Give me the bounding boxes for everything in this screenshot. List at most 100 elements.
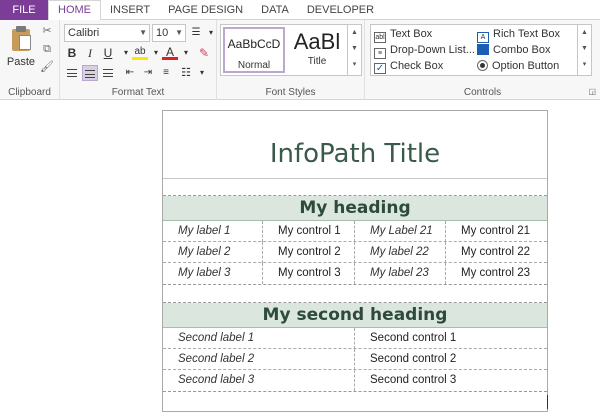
field-control[interactable]: My control 23 [446,263,547,284]
align-left-icon [67,69,77,77]
control-check-box[interactable]: ✓ Check Box [374,58,443,74]
section-heading: My second heading [163,303,547,328]
tab-developer[interactable]: DEVELOPER [298,0,383,20]
field-control[interactable]: My control 22 [446,242,547,263]
field-control[interactable]: My control 3 [263,263,355,284]
style-name: Title [307,56,327,67]
bold-button[interactable]: B [64,45,80,61]
underline-button[interactable]: U [100,45,116,61]
section-1: My heading My label 1 My control 1 My La… [163,195,547,285]
chevron-up-icon[interactable]: ▲ [348,25,361,41]
tab-data[interactable]: DATA [252,0,298,20]
option-button-icon [477,60,488,71]
field-control[interactable]: My control 2 [263,242,355,263]
ribbon: Paste ✂ ⧉ 🖌 Clipboard Calibri ▼ 10 ▼ ☰ ▾… [0,20,600,100]
title-area[interactable]: InfoPath Title [163,111,547,179]
controls-group-label: Controls [463,87,502,98]
decrease-indent-icon[interactable]: ⇤ [122,65,138,81]
chevron-down-icon[interactable]: ▾ [178,45,194,61]
cut-icon[interactable]: ✂ [40,24,54,38]
tab-page-design[interactable]: PAGE DESIGN [159,0,252,20]
field-control[interactable]: Second control 1 [355,328,547,349]
table-row: My label 3 My control 3 My label 23 My c… [163,263,547,284]
table-row: My label 2 My control 2 My label 22 My c… [163,242,547,263]
clear-formatting-icon[interactable]: ✎ [196,45,212,61]
chevron-down-icon[interactable]: ▼ [578,41,591,57]
control-rich-text-box[interactable]: A Rich Text Box [477,26,561,43]
line-spacing-icon[interactable]: ☰ [188,25,204,41]
style-gallery-scroll[interactable]: ▲ ▼ ▾ [347,25,361,75]
align-right-icon [103,69,113,77]
italic-button[interactable]: I [82,45,98,61]
field-label: Second label 3 [163,370,355,391]
format-text-group-label: Format Text [111,87,165,98]
field-control[interactable]: My control 1 [263,221,355,242]
line-spacing-icon[interactable]: ≡ [158,65,174,81]
copy-icon[interactable]: ⧉ [40,42,54,56]
tab-file[interactable]: FILE [0,0,48,20]
field-label: Second label 2 [163,349,355,370]
control-drop-down-list[interactable]: ≡ Drop-Down List... [374,42,475,59]
style-normal[interactable]: AaBbCcD Normal [223,27,285,73]
controls-group: abl Text Box A Rich Text Box ≡ Drop-Down Li… [365,20,600,100]
style-sample: AaBl [293,29,341,54]
align-right-button[interactable] [100,65,116,81]
align-center-icon [85,70,95,78]
control-label: Rich Text Box [493,28,561,40]
paste-button[interactable]: Paste [6,24,36,74]
style-sample: AaBbCcD [227,37,281,51]
table-row: Second label 3 Second control 3 [163,370,547,391]
controls-gallery: abl Text Box A Rich Text Box ≡ Drop-Down Li… [370,24,592,76]
font-name-value: Calibri [68,27,100,39]
highlight-button[interactable]: ab [132,44,148,60]
font-name-select[interactable]: Calibri ▼ [64,24,150,42]
clipboard-group-label: Clipboard [8,87,51,98]
field-label: My Label 21 [355,221,446,242]
ribbon-tab-bar: FILE HOME INSERT PAGE DESIGN DATA DEVELO… [0,0,600,21]
increase-indent-icon[interactable]: ⇥ [140,65,156,81]
format-text-group: Calibri ▼ 10 ▼ ☰ ▾ B I U ▾ ab ▾ A ▾ ✎ ⇤ … [60,20,217,100]
font-size-value: 10 [156,27,169,39]
control-combo-box[interactable]: Combo Box [477,42,550,58]
bullets-icon[interactable]: ☷ [178,65,194,81]
chevron-down-icon[interactable]: ▼ [348,41,361,57]
font-styles-group-label: Font Styles [265,87,316,98]
controls-gallery-scroll[interactable]: ▲ ▼ ▾ [577,25,591,75]
control-label: Combo Box [493,44,551,56]
chevron-up-icon[interactable]: ▲ [578,25,591,41]
more-icon[interactable]: ▾ [348,57,361,73]
field-label: My label 1 [163,221,263,242]
field-label: My label 23 [355,263,446,284]
field-control[interactable]: Second control 2 [355,349,547,370]
infopath-designer-window: FILE HOME INSERT PAGE DESIGN DATA DEVELO… [0,0,600,420]
table-row: Second label 2 Second control 2 [163,349,547,370]
text-cursor [547,395,548,409]
design-canvas: InfoPath Title My heading My label 1 My … [0,101,600,420]
format-painter-icon[interactable]: 🖌 [40,60,54,74]
font-color-button[interactable]: A [162,44,178,60]
field-control[interactable]: Second control 3 [355,370,547,391]
tab-insert[interactable]: INSERT [101,0,159,20]
style-gallery: AaBbCcD Normal AaBl Title ▲ ▼ ▾ [220,24,362,76]
style-title[interactable]: AaBl Title [287,27,347,73]
chevron-down-icon[interactable]: ▾ [194,65,210,81]
form-template: InfoPath Title My heading My label 1 My … [162,110,548,412]
control-text-box[interactable]: abl Text Box [374,26,433,43]
align-center-button[interactable] [82,65,98,81]
paste-label: Paste [6,56,36,68]
combo-box-icon [477,44,489,55]
style-name: Normal [237,60,271,71]
font-styles-group: AaBbCcD Normal AaBl Title ▲ ▼ ▾ Font Sty… [217,20,365,100]
align-left-button[interactable] [64,65,80,81]
dialog-launcher-icon[interactable]: ◲ [588,87,596,96]
control-label: Text Box [390,28,433,40]
field-control[interactable]: My control 21 [446,221,547,242]
section-heading: My heading [163,196,547,221]
control-option-button[interactable]: Option Button [477,58,559,74]
tab-home[interactable]: HOME [48,0,101,21]
table-row: My label 1 My control 1 My Label 21 My c… [163,221,547,242]
font-size-select[interactable]: 10 ▼ [152,24,186,42]
check-box-icon: ✓ [374,63,386,74]
more-icon[interactable]: ▾ [578,57,591,73]
field-label: My label 22 [355,242,446,263]
